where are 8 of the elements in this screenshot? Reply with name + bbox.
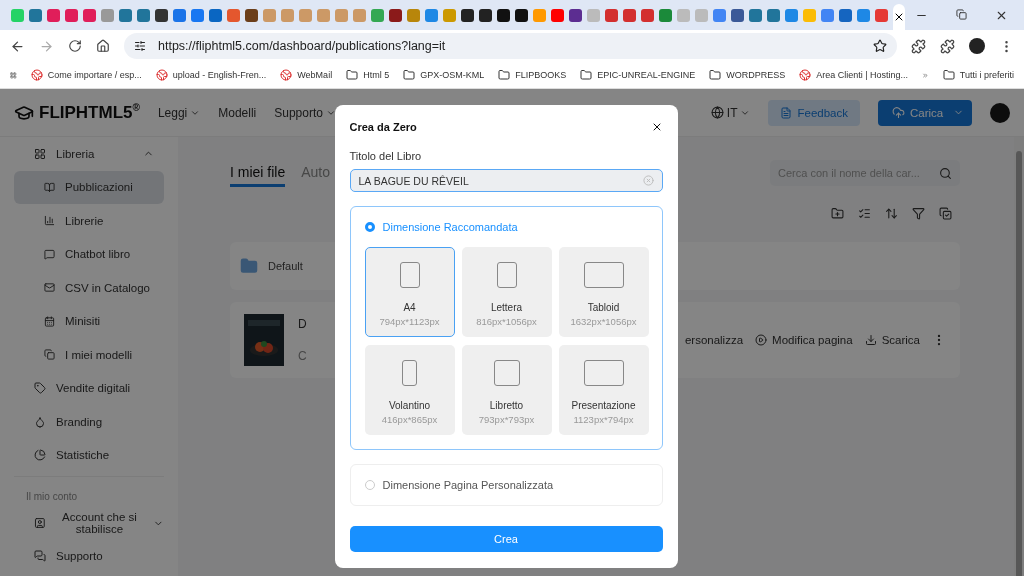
book-subtitle: C	[298, 349, 307, 363]
option-label: Dimensione Pagina Personalizzata	[382, 479, 554, 491]
field-label: Titolo del Libro	[349, 150, 423, 162]
language-label: IT	[726, 105, 738, 120]
option-label: Dimensione Raccomandata	[382, 221, 518, 233]
logo: FLIPHTML5$^{®}$	[39, 102, 140, 123]
book-title: D	[298, 317, 307, 331]
dialog-title: Crea da Zero	[349, 121, 417, 133]
